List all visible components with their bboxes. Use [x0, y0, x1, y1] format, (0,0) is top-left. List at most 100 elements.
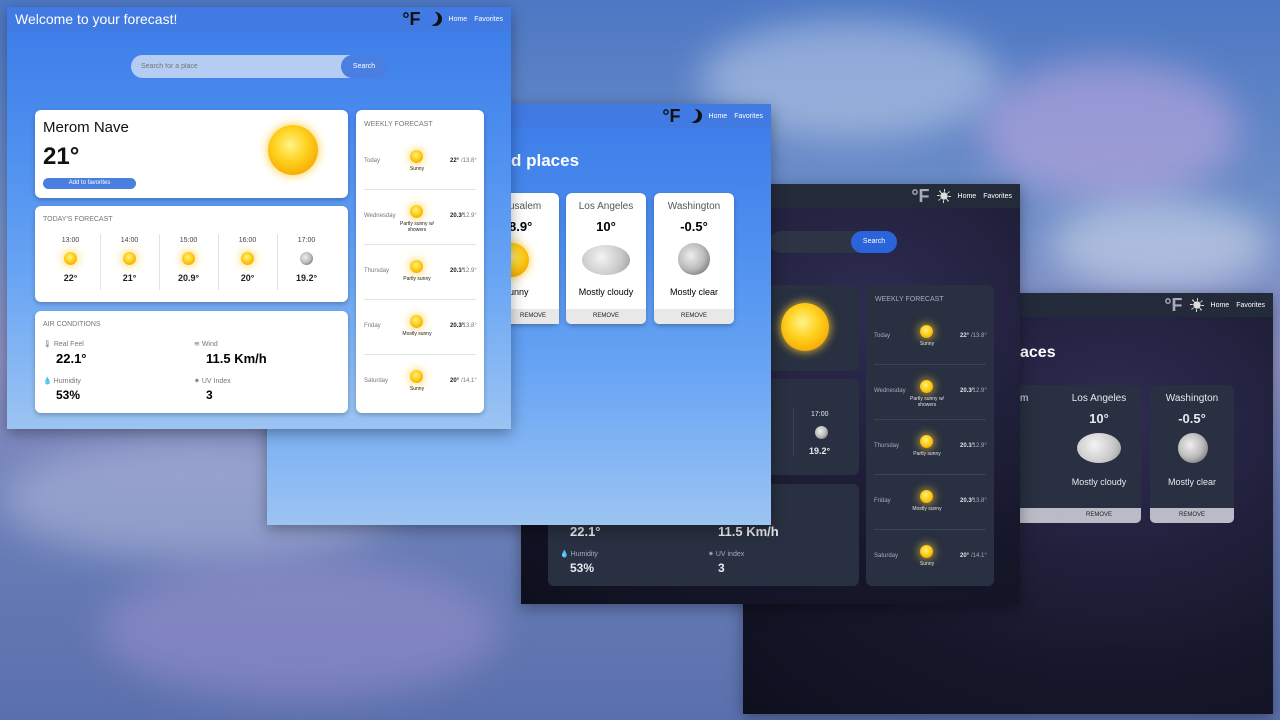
divider [218, 234, 219, 290]
todays-forecast-card: 17:00 19.2° [771, 379, 859, 475]
uv-value: 3 [206, 388, 213, 402]
favorites-link[interactable]: Favorites [983, 193, 1012, 200]
drop-icon: 💧 [560, 551, 569, 558]
humidity-value: 53% [56, 388, 81, 402]
row-line [874, 529, 986, 530]
unit-toggle-icon[interactable]: °F [911, 186, 929, 207]
weather-icon [920, 325, 933, 338]
weekday: Thursday [874, 443, 900, 449]
weekly-forecast-card: WEEKLY FORECAST Today Sunny 22°/13.8° Wedne… [356, 110, 484, 413]
favorite-city: Los Angeles [1071, 393, 1127, 404]
divider [793, 407, 794, 457]
low-temp: /12.9° [461, 268, 477, 274]
search-button[interactable]: Search [851, 231, 897, 253]
home-link[interactable]: Home [709, 113, 728, 120]
humidity-label: 💧 Humidity [43, 378, 81, 385]
current-weather-card: Merom Nave 21° Add to favorites [35, 110, 348, 198]
divider [159, 234, 160, 290]
home-link[interactable]: Home [958, 193, 977, 200]
unit-toggle-icon[interactable]: °F [662, 106, 680, 127]
remove-button[interactable]: REMOVE [566, 309, 646, 324]
favorites-link[interactable]: Favorites [734, 113, 763, 120]
favorites-link[interactable]: Favorites [1236, 302, 1265, 309]
wind-label: ≋ Wind [194, 341, 218, 348]
moon-theme-icon[interactable] [688, 109, 702, 123]
divider [277, 234, 278, 290]
weather-icon [410, 315, 423, 328]
add-to-favorites-button[interactable]: Add to favorites [43, 178, 136, 189]
uv-icon: ✷ [708, 551, 714, 558]
sun-icon [268, 125, 318, 175]
real-feel-value: 22.1° [570, 524, 601, 539]
favorite-temp: -0.5° [680, 219, 708, 234]
search-button[interactable]: Search [341, 55, 387, 78]
high-temp: 22° [450, 158, 460, 164]
current-weather-card [771, 285, 859, 371]
search-input[interactable] [131, 55, 351, 78]
row-line [364, 299, 476, 300]
row-line [874, 364, 986, 365]
high-temp: 22° [960, 333, 970, 339]
high-temp: 20° [960, 553, 970, 559]
low-temp: /12.9° [971, 443, 987, 449]
weather-icon [410, 260, 423, 273]
moon-icon [1178, 433, 1208, 463]
low-temp: /13.8° [461, 323, 477, 329]
drop-icon: 💧 [43, 378, 52, 385]
home-link[interactable]: Home [1211, 302, 1230, 309]
hour-time: 17:00 [811, 411, 829, 418]
favorite-city: m [1020, 393, 1029, 404]
nav-right: °F Home Favorites [911, 186, 1012, 207]
weather-desc: Partly sunny w/ showers [400, 221, 434, 233]
air-conditions-title: AIR CONDITIONS [43, 321, 101, 328]
page-title: aces [1020, 344, 1056, 361]
low-temp: /13.8° [461, 158, 477, 164]
home-link[interactable]: Home [449, 16, 468, 23]
unit-toggle-icon[interactable]: °F [402, 9, 420, 30]
unit-toggle-icon[interactable]: °F [1164, 295, 1182, 316]
low-temp: /13.8° [971, 498, 987, 504]
weather-icon [920, 380, 933, 393]
low-temp: /14.1° [461, 378, 477, 384]
remove-button[interactable]: REMOVE [1057, 508, 1141, 523]
weekday: Thursday [364, 268, 390, 274]
sun-theme-icon[interactable] [936, 189, 951, 203]
remove-button[interactable]: REMOVE [654, 309, 734, 324]
moon-icon [300, 252, 313, 265]
nav-right: °F Home Favorites [1164, 295, 1265, 316]
sun-icon [241, 252, 254, 265]
favorite-city: Washington [667, 201, 721, 212]
favorite-temp: 10° [596, 219, 616, 234]
weather-icon [410, 205, 423, 218]
city-name: Merom Nave [43, 119, 129, 136]
sun-theme-icon[interactable] [1189, 298, 1204, 312]
nav-right: °F Home Favorites [402, 9, 503, 30]
low-temp: /12.9° [971, 388, 987, 394]
row-line [364, 354, 476, 355]
sun-icon [123, 252, 136, 265]
row-line [364, 244, 476, 245]
favorite-temp: 10° [1089, 411, 1109, 426]
row-line [364, 189, 476, 190]
moon-icon [678, 243, 710, 275]
hour-temp: 22° [63, 273, 78, 283]
favorite-card: Los Angeles 10° Mostly cloudy REMOVE [566, 193, 646, 324]
favorites-link[interactable]: Favorites [474, 16, 503, 23]
hour-time: 15:00 [179, 237, 198, 244]
todays-forecast-title: TODAY'S FORECAST [43, 216, 113, 223]
favorite-desc: unny [509, 287, 529, 297]
sun-icon [64, 252, 77, 265]
high-temp: 20° [450, 378, 460, 384]
favorite-city: Los Angeles [578, 201, 634, 212]
remove-button[interactable]: REMOVE [1150, 508, 1234, 523]
favorite-desc: Mostly cloudy [578, 287, 634, 297]
remove-button[interactable]: REMOVE [507, 309, 559, 324]
weekday: Wednesday [874, 388, 906, 394]
current-temp: 21° [43, 143, 80, 170]
sun-icon [182, 252, 195, 265]
background-cloud [1050, 200, 1270, 290]
weekday: Friday [874, 498, 891, 504]
favorite-card: Washington -0.5° Mostly clear REMOVE [654, 193, 734, 324]
moon-theme-icon[interactable] [428, 12, 442, 26]
wind-value: 11.5 Km/h [206, 351, 267, 366]
